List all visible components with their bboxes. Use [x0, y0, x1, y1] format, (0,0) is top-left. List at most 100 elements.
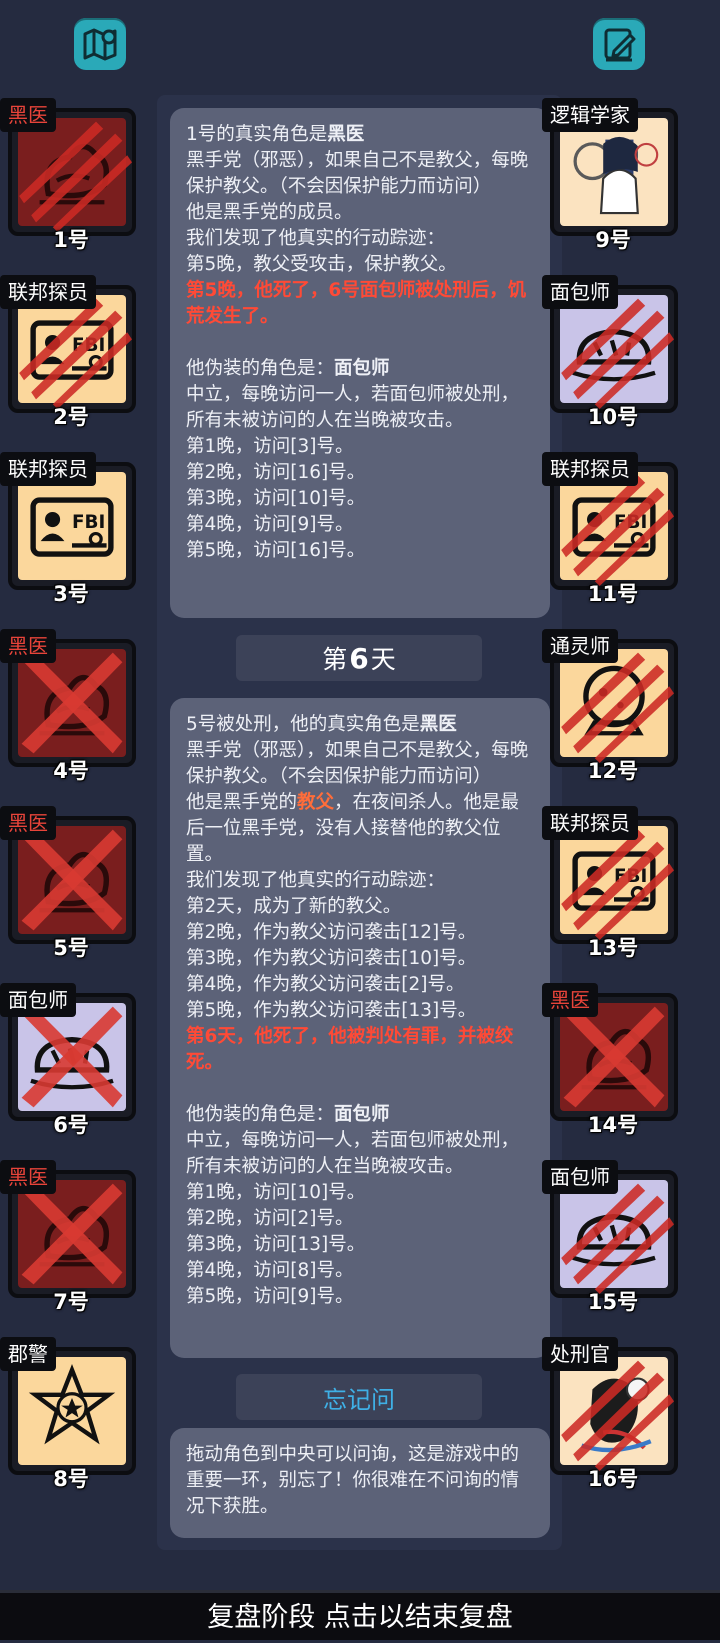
player-number: 2号 [53, 405, 89, 429]
forget-header: 忘记问 [236, 1374, 482, 1420]
map-icon[interactable] [74, 18, 126, 70]
player-tile[interactable]: 黑医 4号 [0, 629, 142, 783]
card2-action: 第5晚，作为教父访问袭击[13]号。 [186, 1000, 477, 1021]
day-header-pre: 第 [322, 645, 348, 674]
player-number: 7号 [53, 1290, 89, 1314]
player-role-label: 联邦探员 [0, 452, 96, 486]
fbi-role-icon: FBI [18, 472, 126, 580]
card2-death: 第6天，他死了，他被判处有罪，并被绞死。 [186, 1026, 514, 1073]
card1-death: 第5晚，他死了，6号面包师被处刑后，饥荒发生了。 [186, 280, 527, 327]
player-role-label: 联邦探员 [542, 806, 638, 840]
player-number: 9号 [595, 228, 631, 252]
day-header: 第6天 [236, 635, 482, 681]
card1-fake-label: 他伪装的角色是： [186, 358, 335, 379]
card2-member: 他是黑手党的 [186, 792, 298, 813]
card1-fake-role: 面包师 [334, 358, 390, 379]
player-role-label: 逻辑学家 [542, 98, 638, 132]
notebook-pen-icon[interactable] [593, 18, 645, 70]
player-role-label: 面包师 [542, 275, 618, 309]
day-header-post: 天 [370, 645, 396, 674]
player-tile[interactable]: FBI联邦探员11号 [542, 452, 684, 606]
player-tile[interactable]: FBI 联邦探员 3号 [0, 452, 142, 606]
card2-text: 5号被处刑，他的真实角色是 [186, 714, 420, 735]
card1-visit: 第5晚，访问[16]号。 [186, 540, 366, 561]
card2-fake-desc: 中立，每晚访问一人，若面包师被处刑，所有未被访问的人在当晚被攻击。 [186, 1130, 520, 1177]
card2-fake-label: 他伪装的角色是： [186, 1104, 335, 1125]
card2-action: 第2晚，作为教父访问袭击[12]号。 [186, 922, 477, 943]
card2-action: 第3晚，作为教父访问袭击[10]号。 [186, 948, 477, 969]
card1-line: 1号的真实角色是黑医 [186, 122, 534, 148]
review-card-1: 1号的真实角色是黑医 黑手党（邪恶），如果自己不是教父，每晚保护教父。（不会因保… [170, 108, 550, 618]
player-tile[interactable]: 黑医 1号 [0, 98, 142, 252]
player-role-label: 郡警 [0, 1337, 56, 1371]
card2-action: 第4晚，作为教父访问袭击[2]号。 [186, 974, 465, 995]
player-tile[interactable]: 逻辑学家 9号 [542, 98, 684, 252]
player-role-label: 联邦探员 [542, 452, 638, 486]
card2-action: 第2天，成为了新的教父。 [186, 896, 402, 917]
player-number: 12号 [587, 759, 639, 783]
card1-visit: 第2晚，访问[16]号。 [186, 462, 366, 483]
player-tile[interactable]: 面包师 15号 [542, 1160, 684, 1314]
end-review-label: 复盘阶段 点击以结束复盘 [207, 1602, 513, 1633]
player-tile[interactable]: 通灵师 12号 [542, 629, 684, 783]
player-number: 14号 [587, 1113, 639, 1137]
sheriff-role-icon [18, 1357, 126, 1465]
player-tile[interactable]: FBI联邦探员13号 [542, 806, 684, 960]
review-card-2: 5号被处刑，他的真实角色是黑医 黑手党（邪恶），如果自己不是教父，每晚保护教父。… [170, 698, 550, 1358]
player-role-label: 面包师 [542, 1160, 618, 1194]
tip-card: 拖动角色到中央可以问询，这是游戏中的重要一环，别忘了！你很难在不问询的情况下获胜… [170, 1428, 550, 1538]
player-role-label: 通灵师 [542, 629, 618, 663]
player-tile[interactable]: 黑医 5号 [0, 806, 142, 960]
player-number: 3号 [53, 582, 89, 606]
player-number: 6号 [53, 1113, 89, 1137]
card1-trace: 第5晚，教父受攻击，保护教父。 [186, 254, 457, 275]
player-tile[interactable]: FBI联邦探员2号 [0, 275, 142, 429]
card1-true-role: 黑医 [327, 124, 365, 145]
player-tile[interactable]: 黑医 7号 [0, 1160, 142, 1314]
card2-visit: 第5晚，访问[9]号。 [186, 1286, 354, 1307]
player-number: 4号 [53, 759, 89, 783]
card2-visit: 第2晚，访问[2]号。 [186, 1208, 354, 1229]
forget-header-label: 忘记问 [323, 1385, 395, 1414]
card2-visit: 第4晚，访问[8]号。 [186, 1260, 354, 1281]
card2-visit: 第3晚，访问[13]号。 [186, 1234, 366, 1255]
player-tile[interactable]: 郡警 8号 [0, 1337, 142, 1491]
card2-trace-heading: 我们发现了他真实的行动踪迹： [186, 870, 446, 891]
player-tile[interactable]: 面包师 6号 [0, 983, 142, 1137]
card2-godfather: 教父 [297, 792, 335, 813]
player-role-label: 黑医 [0, 806, 56, 840]
player-tile[interactable]: 面包师 10号 [542, 275, 684, 429]
logician-role-icon [560, 118, 668, 226]
player-role-label: 处刑官 [542, 1337, 618, 1371]
player-number: 11号 [587, 582, 639, 606]
player-number: 8号 [53, 1467, 89, 1491]
day-header-num: 6 [349, 641, 369, 675]
player-number: 1号 [53, 228, 89, 252]
end-review-button[interactable]: 复盘阶段 点击以结束复盘 [0, 1590, 720, 1640]
card1-fake-desc: 中立，每晚访问一人，若面包师被处刑，所有未被访问的人在当晚被攻击。 [186, 384, 520, 431]
card2-visit: 第1晚，访问[10]号。 [186, 1182, 366, 1203]
player-role-label: 黑医 [542, 983, 598, 1017]
player-number: 5号 [53, 936, 89, 960]
player-role-label: 黑医 [0, 1160, 56, 1194]
player-number: 13号 [587, 936, 639, 960]
card1-role-desc: 黑手党（邪恶），如果自己不是教父，每晚保护教父。（不会因保护能力而访问） [186, 150, 529, 197]
player-number: 10号 [587, 405, 639, 429]
player-role-label: 黑医 [0, 98, 56, 132]
card1-member: 他是黑手党的成员。 [186, 202, 353, 223]
tip-text: 拖动角色到中央可以问询，这是游戏中的重要一环，别忘了！你很难在不问询的情况下获胜… [186, 1444, 520, 1517]
card1-visit: 第4晚，访问[9]号。 [186, 514, 354, 535]
card1-trace-heading: 我们发现了他真实的行动踪迹： [186, 228, 446, 249]
player-role-label: 联邦探员 [0, 275, 96, 309]
player-role-label: 面包师 [0, 983, 76, 1017]
card2-true-role: 黑医 [419, 714, 457, 735]
svg-text:FBI: FBI [72, 512, 105, 533]
card1-text: 1号的真实角色是 [186, 124, 328, 145]
player-tile[interactable]: 黑医 14号 [542, 983, 684, 1137]
card1-visit: 第1晚，访问[3]号。 [186, 436, 354, 457]
player-tile[interactable]: 处刑官 16号 [542, 1337, 684, 1491]
card1-visit: 第3晚，访问[10]号。 [186, 488, 366, 509]
player-number: 15号 [587, 1290, 639, 1314]
player-role-label: 黑医 [0, 629, 56, 663]
card2-role-desc: 黑手党（邪恶），如果自己不是教父，每晚保护教父。（不会因保护能力而访问） [186, 740, 529, 787]
